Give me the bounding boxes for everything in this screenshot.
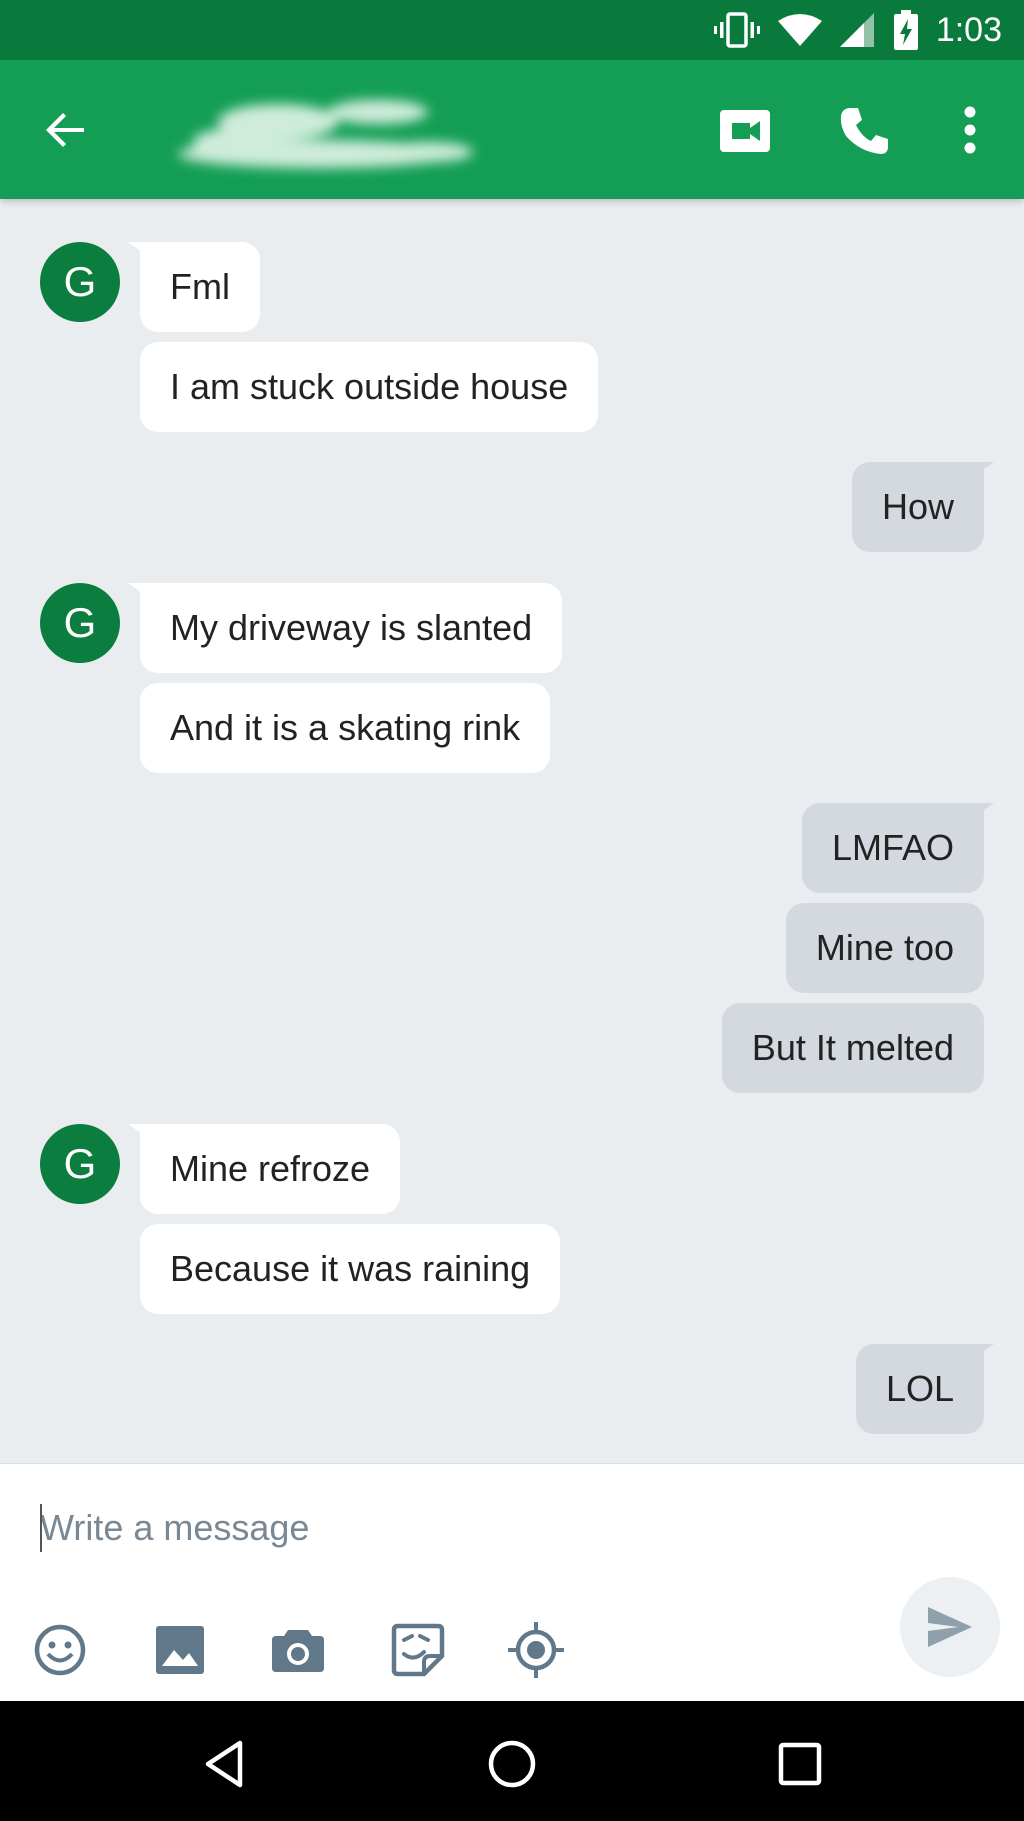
compose-area [0,1463,1024,1701]
message-input[interactable] [40,1492,860,1564]
contact-avatar[interactable]: G [40,1124,120,1204]
app-bar [0,60,1024,199]
message-bubble-incoming[interactable]: Fml [140,242,260,332]
back-triangle-icon[interactable] [200,1739,250,1789]
battery-charging-icon [893,10,918,50]
video-call-icon[interactable] [718,106,774,156]
send-button[interactable] [900,1577,1000,1677]
message-bubble-incoming[interactable]: And it is a skating rink [140,683,551,773]
conversation-list[interactable]: G Fml I am stuck outside house How G My … [0,199,1024,1463]
recents-square-icon[interactable] [775,1739,825,1789]
message-bubble-outgoing[interactable]: How [851,462,984,552]
message-bubble-incoming[interactable]: I am stuck outside house [140,342,599,432]
wifi-icon [777,14,822,46]
contact-avatar[interactable]: G [40,583,120,663]
home-circle-icon[interactable] [487,1739,537,1789]
message-bubble-outgoing[interactable]: LOL [855,1344,984,1434]
send-icon [928,1607,972,1647]
message-bubble-incoming[interactable]: My driveway is slanted [140,583,563,673]
message-bubble-outgoing[interactable]: But It melted [721,1003,984,1093]
back-arrow-icon[interactable] [40,104,92,156]
location-icon[interactable] [508,1622,564,1678]
contact-avatar[interactable]: G [40,242,120,322]
status-time: 1:03 [935,11,1002,49]
image-icon[interactable] [152,1622,208,1678]
system-nav-bar [0,1701,1024,1821]
message-bubble-outgoing[interactable]: LMFAO [801,803,984,893]
phone-icon[interactable] [838,104,892,158]
sticker-icon[interactable] [390,1622,446,1678]
camera-icon[interactable] [270,1622,326,1678]
message-bubble-outgoing[interactable]: Mine too [785,903,984,993]
emoji-icon[interactable] [32,1622,88,1678]
message-bubble-incoming[interactable]: Mine refroze [140,1124,401,1214]
status-bar: 1:03 [0,0,1024,60]
text-cursor [40,1504,42,1552]
message-bubble-incoming[interactable]: Because it was raining [140,1224,561,1314]
contact-name-redacted[interactable] [168,82,488,182]
more-vert-icon[interactable] [950,100,990,160]
signal-icon [839,13,874,47]
vibrate-icon [713,12,760,48]
